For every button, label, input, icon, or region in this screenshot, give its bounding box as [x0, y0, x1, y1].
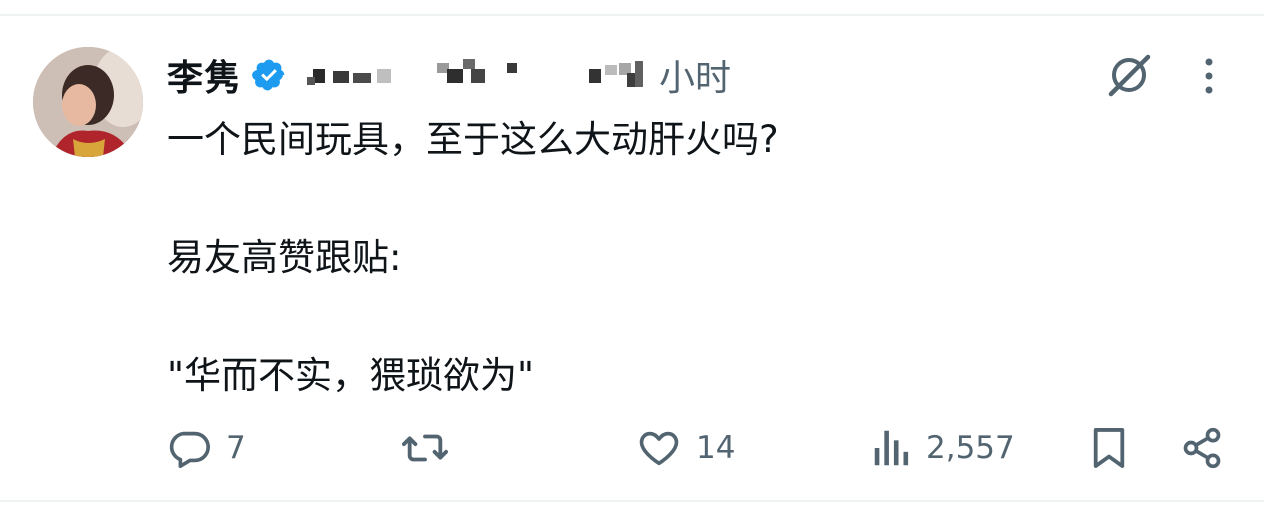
verified-badge-icon	[251, 57, 287, 93]
top-divider	[0, 14, 1264, 16]
tweet-header: 李隽 小时	[167, 50, 731, 100]
share-icon	[1183, 427, 1221, 469]
tweet-text: 一个民间玩具，至于这么大动肝火吗? 易友高赞跟贴: "华而不实，猥琐欲为"	[167, 118, 779, 397]
reply-count: 7	[226, 430, 246, 466]
like-icon	[639, 431, 679, 466]
retweet-button[interactable]	[400, 420, 450, 476]
timestamp[interactable]: 小时	[659, 49, 731, 101]
bookmark-button[interactable]	[1090, 420, 1128, 476]
display-name[interactable]: 李隽	[167, 49, 241, 101]
reply-icon	[169, 431, 210, 469]
like-button[interactable]: 14	[636, 420, 735, 476]
more-icon[interactable]	[1196, 56, 1222, 96]
grok-icon[interactable]	[1106, 52, 1152, 98]
share-button[interactable]	[1180, 420, 1224, 476]
action-bar: 7 14 2,557	[0, 420, 1264, 476]
bottom-divider	[0, 500, 1264, 502]
like-count: 14	[696, 430, 736, 466]
redacted-time	[617, 55, 659, 95]
reply-button[interactable]: 7	[166, 420, 246, 476]
redacted-handle	[287, 55, 618, 95]
views-icon	[874, 430, 909, 466]
bookmark-icon	[1093, 428, 1125, 468]
views-button[interactable]: 2,557	[872, 420, 1015, 476]
retweet-icon	[401, 434, 448, 462]
view-count: 2,557	[926, 430, 1015, 466]
avatar[interactable]	[33, 47, 143, 157]
